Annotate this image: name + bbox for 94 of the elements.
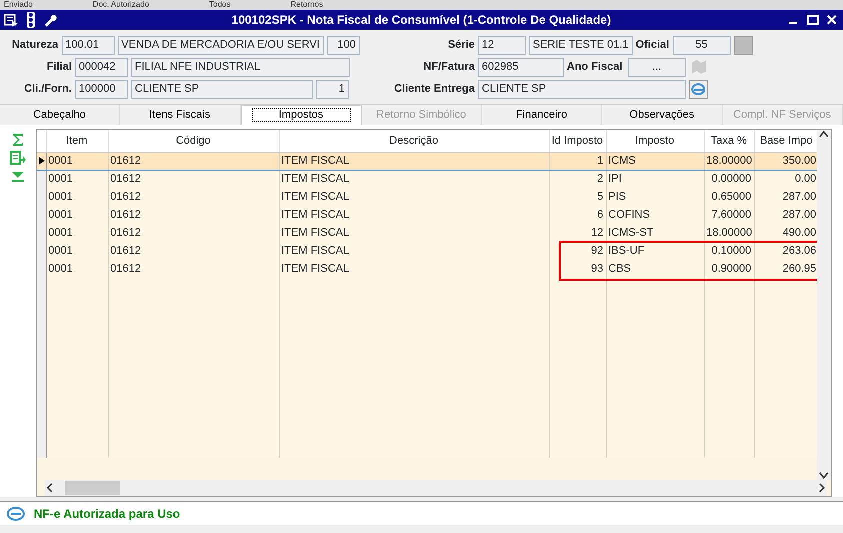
column-header[interactable]: Taxa % [704,130,754,152]
table-cell: 0001 [46,152,108,170]
table-cell: 0001 [46,242,108,260]
scroll-left-icon[interactable] [45,483,55,493]
row-pointer-icon [39,156,45,165]
table-cell: 1 [549,152,606,170]
table-cell: 0.00 [754,170,819,188]
table-cell: 350.00 [754,152,819,170]
table-cell: ITEM FISCAL [279,224,549,242]
field-label: Ano Fiscal [567,62,624,72]
table-cell: IPI [606,170,704,188]
menu-icon[interactable] [4,13,18,27]
table-cell: 0001 [46,260,108,278]
scroll-up-icon[interactable] [819,130,829,138]
background-label: Enviado [4,1,33,9]
table-cell: ICMS-ST [606,224,704,242]
background-label: Doc. Autorizado [92,1,150,9]
table-cell: 12 [549,224,606,242]
table-cell: 0.90000 [704,260,754,278]
text-field[interactable]: 000042 [75,58,128,76]
table-cell: PIS [606,188,704,206]
scroll-right-icon[interactable] [817,483,827,493]
maximize-icon[interactable] [806,13,820,27]
text-field[interactable]: 1 [316,80,349,98]
table-cell: 01612 [108,224,279,242]
table-cell: 0001 [46,170,108,188]
background-label: Retornos [290,1,324,9]
table-cell: 5 [549,188,606,206]
text-field[interactable]: SERIE TESTE 01.1 [529,36,633,54]
text-field[interactable]: 100 [327,36,360,54]
text-field[interactable]: ... [628,58,686,76]
table-cell: 93 [549,260,606,278]
table-cell: 0.00000 [704,170,754,188]
text-field[interactable]: 55 [672,36,731,54]
table-cell: 01612 [108,188,279,206]
field-label: Cli./Forn. [23,84,72,94]
table-cell: 0001 [46,206,108,224]
table-cell: 01612 [108,206,279,224]
field-label: Cliente Entrega [393,84,475,94]
table-cell: COFINS [606,206,704,224]
text-field[interactable]: 100000 [75,80,128,98]
text-field[interactable]: 12 [478,36,526,54]
table-cell: 7.60000 [704,206,754,224]
table-cell: 01612 [108,242,279,260]
column-header[interactable]: Código [108,130,279,152]
table-cell: ICMS [606,152,704,170]
text-field[interactable]: 602985 [478,58,564,76]
table-cell: ITEM FISCAL [279,170,549,188]
column-header[interactable]: Item [46,130,108,152]
table-cell: 6 [549,206,606,224]
table-cell: 0001 [46,224,108,242]
column-header[interactable]: Base Impo [754,130,819,152]
background-label: Todos [209,1,231,9]
column-header[interactable]: Imposto [606,130,704,152]
close-icon[interactable] [825,13,839,27]
table-cell: ITEM FISCAL [279,188,549,206]
window-title: 100102SPK - Nota Fiscal de Consumível (1-Controle De Qualidade) [230,12,612,29]
wrench-icon[interactable] [43,13,57,27]
field-label: NF/Fatura [422,62,475,72]
text-field[interactable]: VENDA DE MERCADORIA E/OU SERVI [118,36,324,54]
text-field[interactable]: CLIENTE SP [131,80,313,98]
table-cell: 18.00000 [704,224,754,242]
text-field[interactable]: FILIAL NFE INDUSTRIAL [131,58,350,76]
field-label: Oficial [636,40,670,50]
arrow-down-icon[interactable] [11,171,25,183]
table-cell: 287.00 [754,188,819,206]
scroll-down-icon[interactable] [819,472,829,480]
table-cell: 01612 [108,152,279,170]
table-cell: ITEM FISCAL [279,206,549,224]
table-cell: 287.00 [754,206,819,224]
table-cell: 01612 [108,260,279,278]
status-text: NF-e Autorizada para Uso [34,506,180,522]
table-cell: 01612 [108,170,279,188]
table-cell: 0001 [46,188,108,206]
table-cell: ITEM FISCAL [279,260,549,278]
column-header[interactable]: Id Imposto [549,130,606,152]
export-icon[interactable] [10,151,26,167]
text-field[interactable]: 100.01 [62,36,115,54]
field-label: Filial [46,62,72,72]
field-label: Natureza [11,40,59,50]
table-cell: 18.00000 [704,152,754,170]
table-cell: ITEM FISCAL [279,242,549,260]
table-cell: 0.10000 [704,242,754,260]
sigma-icon[interactable] [11,133,25,147]
tab[interactable]: Impostos [240,105,362,125]
table-cell: CBS [606,260,704,278]
text-field[interactable]: CLIENTE SP [478,80,686,98]
table-cell: 0.65000 [704,188,754,206]
table-cell: ITEM FISCAL [279,152,549,170]
table-cell: 490.00 [754,224,819,242]
table-cell: 2 [549,170,606,188]
field-label: Série [447,40,475,50]
scroll-thumb[interactable] [65,481,120,495]
column-header[interactable]: Descrição [279,130,549,152]
